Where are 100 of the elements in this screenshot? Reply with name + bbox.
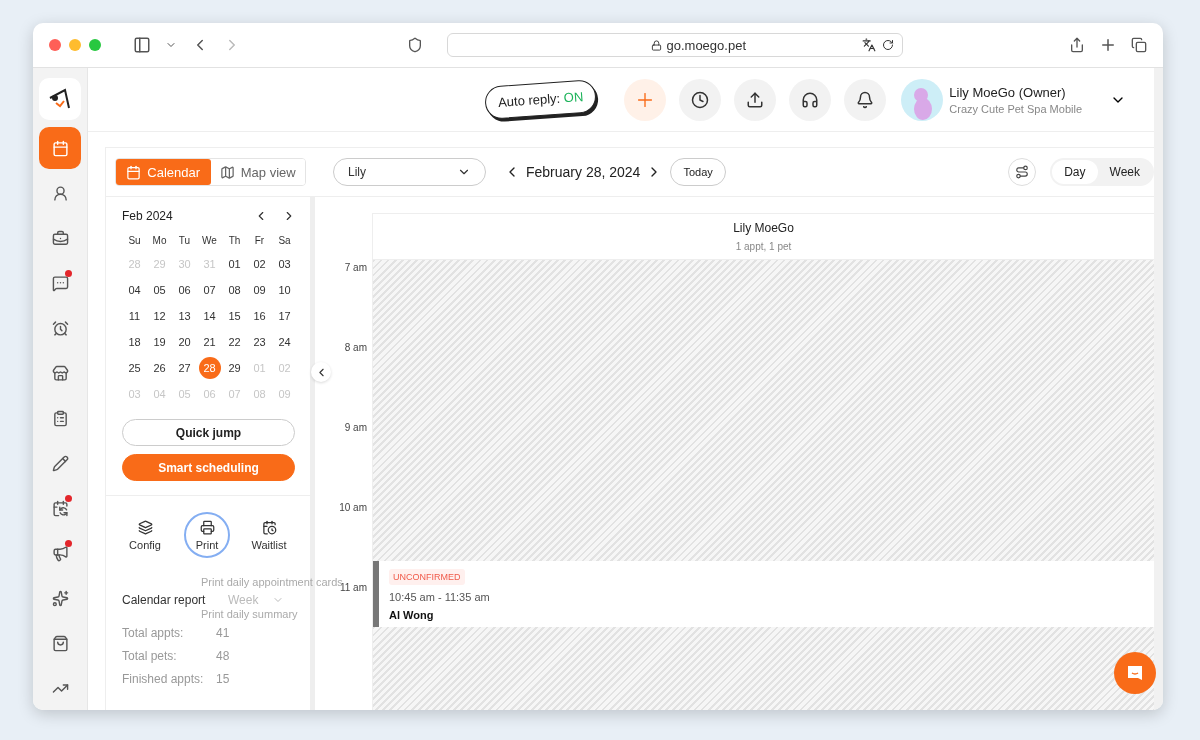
calendar-day[interactable]: 14	[198, 305, 221, 327]
maximize-light-icon	[89, 39, 101, 51]
calendar-day[interactable]: 19	[148, 331, 171, 353]
alarm-icon	[51, 319, 69, 337]
tool-button[interactable]: Config	[122, 512, 168, 558]
tabs-icon[interactable]	[1131, 37, 1147, 53]
report-title: Calendar report	[122, 593, 207, 607]
printer-icon	[199, 519, 215, 535]
view-option[interactable]: Week	[1097, 160, 1152, 184]
shopping-bag-icon	[51, 634, 69, 652]
reload-icon[interactable]	[882, 39, 894, 51]
bell-icon	[856, 90, 875, 109]
calendar-day[interactable]: 04	[123, 279, 146, 301]
staff-summary: 1 appt, 1 pet	[735, 241, 792, 252]
tool-button[interactable]: Waitlist	[246, 512, 292, 558]
address-bar[interactable]: go.moego.pet	[447, 33, 903, 57]
lock-icon	[651, 39, 663, 51]
calendar-day[interactable]: 11	[123, 305, 146, 327]
date-title: February 28, 2024	[526, 164, 641, 180]
weekday-label: Sa	[277, 234, 292, 248]
weekday-label: Th	[227, 234, 242, 248]
clock-icon	[691, 90, 710, 109]
auto-reply-sticker[interactable]: Auto reply: ON	[484, 79, 598, 120]
weekday-label: Mo	[151, 234, 168, 248]
calendar-day[interactable]: 25	[123, 357, 146, 379]
appointment-time: 10:45 am - 11:35 am	[389, 591, 491, 603]
user-name: Lily MoeGo (Owner)	[949, 84, 1067, 100]
close-light-icon	[49, 39, 61, 51]
translate-icon[interactable]	[862, 38, 876, 52]
calendar-day[interactable]: 16	[248, 305, 271, 327]
hour-label: 9 am	[344, 422, 367, 435]
headset-icon	[801, 90, 820, 109]
calendar-day[interactable]: 27	[173, 357, 196, 379]
bag-icon	[51, 229, 69, 247]
weekday-label: Tu	[177, 234, 192, 248]
sparkles-icon	[51, 589, 69, 607]
tool-button[interactable]: Print	[184, 512, 230, 558]
client-name: Al Wong	[389, 609, 435, 621]
layers-icon	[137, 519, 153, 535]
sidebar-icon[interactable]	[133, 36, 151, 54]
calendar-day[interactable]: 20	[173, 331, 196, 353]
calendar-day[interactable]: 09	[248, 279, 271, 301]
today-button[interactable]: Today	[670, 158, 726, 186]
message-icon	[51, 274, 69, 292]
weekday-label: Su	[127, 234, 142, 248]
calendar-day[interactable]: 29	[223, 357, 246, 379]
calendar-day[interactable]: 17	[273, 305, 296, 327]
calendar-day[interactable]: 24	[273, 331, 296, 353]
month-title: Feb 2024	[122, 209, 174, 223]
calendar-day[interactable]: 18	[123, 331, 146, 353]
stat-label: Total appts:	[122, 627, 185, 639]
shield-icon[interactable]	[407, 37, 423, 53]
store-icon	[51, 364, 69, 382]
stat-value: 15	[216, 673, 230, 685]
status-badge: UNCONFIRMED	[389, 569, 465, 585]
route-icon	[1015, 165, 1030, 179]
calendar-day[interactable]: 08	[223, 279, 246, 301]
hour-label: 7 am	[344, 262, 367, 275]
tab-label: Map view	[240, 164, 296, 180]
quick-jump-button[interactable]: Quick jump	[122, 419, 295, 446]
megaphone-icon	[51, 544, 69, 562]
calendar-day[interactable]: 21	[198, 331, 221, 353]
staff-name: Lily MoeGo	[733, 221, 794, 235]
calendar-day[interactable]: 02	[248, 253, 271, 275]
stat-value: 41	[216, 627, 230, 639]
calendar-day[interactable]: 03	[273, 253, 296, 275]
clipboard-icon	[51, 409, 69, 427]
pencil-icon	[51, 454, 69, 472]
upload-icon	[746, 90, 765, 109]
hour-label: 10 am	[339, 502, 367, 515]
share-icon[interactable]	[1069, 37, 1085, 53]
calendar-day[interactable]: 12	[148, 305, 171, 327]
calendar-icon	[51, 139, 69, 157]
new-tab-icon[interactable]	[1099, 36, 1117, 54]
stat-label: Finished appts:	[122, 673, 205, 685]
calendar-day[interactable]: 23	[248, 331, 271, 353]
stat-label: Total pets:	[122, 650, 178, 662]
calendar-day[interactable]: 26	[148, 357, 171, 379]
stat-value: 48	[216, 650, 230, 662]
calendar-day[interactable]: 01	[223, 253, 246, 275]
calendar-day[interactable]: 10	[273, 279, 296, 301]
view-option[interactable]: Day	[1052, 160, 1098, 184]
collapse-button[interactable]	[311, 362, 331, 382]
hour-label: 8 am	[344, 342, 367, 355]
user-icon	[51, 184, 69, 202]
calendar-day[interactable]: 06	[173, 279, 196, 301]
calendar-day[interactable]: 07	[198, 279, 221, 301]
weekday-label: Fr	[253, 234, 266, 248]
app-logo[interactable]	[39, 78, 81, 120]
calendar-icon	[126, 164, 142, 180]
calendar-day[interactable]: 13	[173, 305, 196, 327]
url-text: go.moego.pet	[666, 37, 746, 53]
minimize-light-icon	[69, 39, 81, 51]
weekday-label: We	[201, 234, 218, 248]
calendar-day[interactable]: 05	[148, 279, 171, 301]
tab-label: Calendar	[147, 164, 201, 180]
calendar-day[interactable]: 22	[223, 331, 246, 353]
business-name: Crazy Cute Pet Spa Mobile	[949, 102, 1082, 115]
calendar-day[interactable]: 15	[223, 305, 246, 327]
calendar-clock-icon	[261, 519, 277, 535]
